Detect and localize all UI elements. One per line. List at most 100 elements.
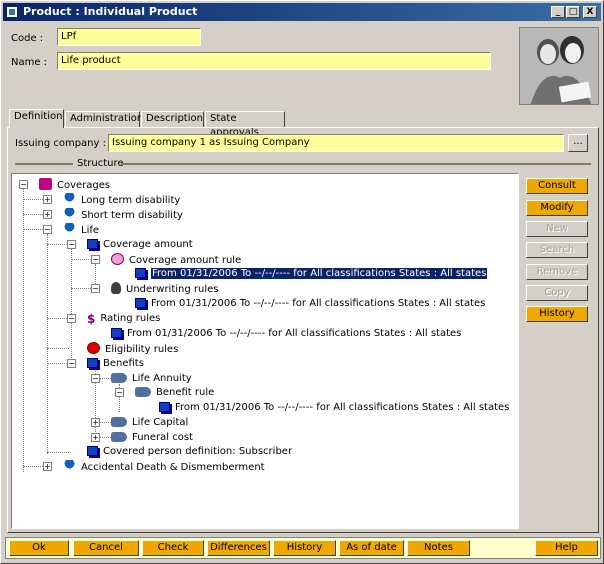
structure-tree[interactable]: − + + − − − − − − − − + + + Coverages Lo… [11, 173, 519, 529]
umbrella-icon [63, 208, 76, 220]
tree-connector [23, 229, 45, 230]
expand-toggle[interactable]: + [43, 195, 52, 204]
help-button[interactable]: Help [535, 540, 598, 556]
window-title: Product : Individual Product [23, 5, 198, 18]
dollar-icon: $ [87, 312, 96, 326]
as-of-date-button[interactable]: As of date [339, 540, 404, 556]
cube-icon [135, 298, 146, 308]
maximize-button[interactable]: □ [566, 6, 580, 18]
tab-description[interactable]: Description [141, 111, 204, 127]
tree-connector [23, 199, 45, 200]
tree-node-funeral-cost[interactable]: Funeral cost [111, 431, 193, 445]
tree-node-rating-rules-period[interactable]: From 01/31/2006 To --/--/---- for All cl… [111, 327, 461, 341]
cube-icon [159, 402, 170, 412]
history-button[interactable]: History [273, 540, 336, 556]
cube-icon [87, 239, 98, 249]
head-icon [111, 282, 121, 294]
cube-icon [87, 358, 98, 368]
expand-toggle[interactable]: + [43, 210, 52, 219]
issuing-company-label: Issuing company : [15, 138, 106, 149]
expand-toggle[interactable]: + [91, 433, 100, 442]
collapse-toggle[interactable]: − [67, 240, 76, 249]
hand-icon [111, 373, 127, 383]
tree-node-life[interactable]: Life [63, 223, 99, 237]
tree-node-benefit-rule[interactable]: Benefit rule [135, 386, 214, 400]
name-field[interactable]: Life product [57, 52, 491, 70]
structure-divider-right [121, 163, 591, 165]
structure-divider-left [15, 163, 73, 165]
notes-button[interactable]: Notes [407, 540, 470, 556]
check-button[interactable]: Check [142, 540, 204, 556]
tree-node-underwriting-rules[interactable]: Underwriting rules [111, 282, 219, 296]
tree-connector [47, 348, 69, 349]
cube-icon [87, 446, 98, 456]
issuing-company-browse-button[interactable]: ... [568, 134, 588, 152]
collapse-toggle[interactable]: − [91, 374, 100, 383]
app-icon [6, 6, 18, 18]
tree-node-benefits[interactable]: Benefits [87, 357, 144, 371]
tree-connector [47, 363, 69, 364]
umbrella-icon [63, 460, 76, 472]
tree-node-eligibility-rules[interactable]: Eligibility rules [87, 342, 178, 356]
copy-button[interactable]: Copy [526, 285, 588, 301]
expand-toggle[interactable]: + [43, 462, 52, 471]
product-photo [519, 27, 599, 105]
tree-node-short-term-disability[interactable]: Short term disability [63, 208, 183, 222]
collapse-toggle[interactable]: − [115, 388, 124, 397]
stop-icon [87, 342, 100, 354]
name-label: Name : [11, 57, 48, 68]
tree-connector [71, 248, 72, 368]
tree-node-long-term-disability[interactable]: Long term disability [63, 193, 180, 207]
new-button[interactable]: New [526, 221, 588, 237]
hand-icon [135, 387, 151, 397]
tab-administration[interactable]: Administration [65, 111, 143, 127]
collapse-toggle[interactable]: − [43, 225, 52, 234]
tree-connector [71, 259, 93, 260]
close-button[interactable]: X [583, 6, 597, 18]
tree-connector [23, 188, 24, 472]
tree-node-underwriting-rules-period[interactable]: From 01/31/2006 To --/--/---- for All cl… [135, 297, 485, 311]
hand-icon [111, 417, 127, 427]
tree-node-rating-rules[interactable]: $ Rating rules [87, 312, 160, 326]
tree-node-coverage-amount[interactable]: Coverage amount [87, 238, 193, 252]
structure-label: Structure [75, 158, 126, 169]
cancel-button[interactable]: Cancel [73, 540, 139, 556]
tree-node-accidental-death[interactable]: Accidental Death & Dismemberment [63, 460, 265, 474]
tree-connector [47, 244, 69, 245]
differences-button[interactable]: Differences [207, 540, 270, 556]
remove-button[interactable]: Remove [526, 264, 588, 280]
tree-node-benefit-rule-period[interactable]: From 01/31/2006 To --/--/---- for All cl… [159, 401, 509, 415]
collapse-toggle[interactable]: − [91, 284, 100, 293]
tab-state-approvals[interactable]: State approvals [205, 111, 285, 138]
gift-icon [39, 178, 52, 190]
expand-toggle[interactable]: + [91, 418, 100, 427]
tree-connector [23, 214, 45, 215]
tree-node-life-annuity[interactable]: Life Annuity [111, 372, 192, 386]
tab-definition[interactable]: Definition [9, 109, 64, 128]
tree-node-coverage-amount-rule[interactable]: Coverage amount rule [111, 253, 241, 267]
title-bar[interactable]: Product : Individual Product _ □ X [3, 3, 601, 21]
consult-button[interactable]: Consult [526, 178, 588, 194]
code-field[interactable]: LPf [57, 28, 201, 46]
collapse-toggle[interactable]: − [67, 359, 76, 368]
tree-node-life-capital[interactable]: Life Capital [111, 416, 188, 430]
collapse-toggle[interactable]: − [91, 255, 100, 264]
collapse-toggle[interactable]: − [67, 314, 76, 323]
tree-connector [47, 452, 69, 453]
tree-connector [23, 466, 45, 467]
minimize-button[interactable]: _ [551, 6, 565, 18]
modify-button[interactable]: Modify [526, 200, 588, 216]
tree-node-coverage-amount-rule-period[interactable]: From 01/31/2006 To --/--/---- for All cl… [135, 267, 488, 281]
side-history-button[interactable]: History [526, 306, 588, 322]
ok-button[interactable]: Ok [9, 540, 69, 556]
tree-connector [47, 234, 48, 454]
piggy-bank-icon [111, 253, 124, 265]
code-label: Code : [11, 33, 44, 44]
issuing-company-field[interactable]: Issuing company 1 as Issuing Company [108, 134, 564, 152]
search-button[interactable]: Search [526, 242, 588, 258]
collapse-toggle[interactable]: − [19, 180, 28, 189]
umbrella-icon [63, 193, 76, 205]
tree-node-coverages[interactable]: Coverages [39, 178, 110, 192]
tree-node-covered-person-definition[interactable]: Covered person definition: Subscriber [87, 445, 292, 459]
cube-icon [111, 328, 122, 338]
